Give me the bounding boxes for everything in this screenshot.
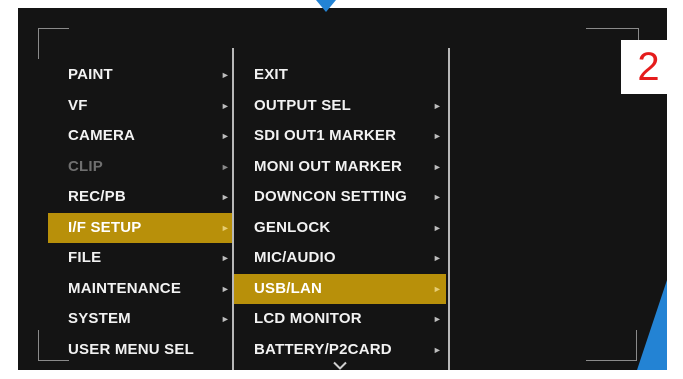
menu-item-label: REC/PB — [68, 188, 126, 205]
triangle-right-icon: ► — [220, 222, 230, 233]
menu-item-label: USB/LAN — [254, 279, 323, 297]
submenu-item-downcon-setting[interactable]: DOWNCON SETTING ► — [234, 182, 446, 213]
triangle-right-icon: ► — [432, 131, 442, 141]
main-menu: PAINT ► VF ► CAMERA ► CLIP ► REC/PB ► I/F SET… — [48, 60, 232, 365]
menu-item-label: DOWNCON SETTING — [254, 188, 407, 205]
menu-item-label: GENLOCK — [254, 218, 331, 236]
menu-item-label: EXIT — [254, 66, 289, 83]
submenu-item-lcd-monitor[interactable]: LCD MONITOR ► — [234, 304, 446, 335]
triangle-right-icon: ► — [432, 192, 442, 202]
menu-item-label: CLIP — [68, 157, 103, 175]
main-menu-item-vf[interactable]: VF ► — [48, 91, 232, 122]
frame-corner-bottom-right — [586, 330, 637, 361]
triangle-right-icon: ► — [220, 100, 230, 111]
triangle-right-icon: ► — [432, 344, 442, 355]
triangle-right-icon: ► — [220, 283, 230, 294]
menu-item-label: FILE — [68, 249, 102, 266]
submenu: EXIT OUTPUT SEL ► SDI OUT1 MARKER ► MONI O… — [234, 60, 446, 365]
main-menu-item-user-menu-sel[interactable]: USER MENU SEL — [48, 335, 232, 366]
camera-menu-screen: PAINT ► VF ► CAMERA ► CLIP ► REC/PB ► I/F SET… — [18, 8, 667, 370]
menu-item-label: OUTPUT SEL — [254, 96, 352, 114]
submenu-item-exit[interactable]: EXIT — [234, 60, 446, 91]
main-menu-item-paint[interactable]: PAINT ► — [48, 60, 232, 91]
triangle-right-icon: ► — [432, 314, 442, 324]
triangle-right-icon: ► — [220, 70, 230, 80]
triangle-right-icon: ► — [220, 161, 230, 172]
submenu-item-sdi-out1-marker[interactable]: SDI OUT1 MARKER ► — [234, 121, 446, 152]
submenu-item-mic-audio[interactable]: MIC/AUDIO ► — [234, 243, 446, 274]
submenu-item-usb-lan[interactable]: USB/LAN ► — [234, 273, 446, 304]
menu-item-label: I/F SETUP — [68, 218, 142, 236]
menu-item-label: MAINTENANCE — [68, 279, 182, 297]
menu-item-label: BATTERY/P2CARD — [254, 340, 392, 358]
submenu-item-moni-out-marker[interactable]: MONI OUT MARKER ► — [234, 152, 446, 183]
triangle-right-icon: ► — [432, 283, 442, 294]
triangle-right-icon: ► — [432, 161, 442, 172]
menu-item-label: PAINT — [68, 66, 113, 83]
triangle-right-icon: ► — [432, 100, 442, 111]
main-menu-item-clip: CLIP ► — [48, 152, 232, 183]
main-menu-item-file[interactable]: FILE ► — [48, 243, 232, 274]
triangle-right-icon: ► — [220, 314, 230, 324]
triangle-right-icon: ► — [220, 131, 230, 141]
main-menu-item-maintenance[interactable]: MAINTENANCE ► — [48, 274, 232, 305]
menu-item-label: USER MENU SEL — [68, 340, 194, 358]
menu-item-label: LCD MONITOR — [254, 310, 362, 327]
menu-item-label: SDI OUT1 MARKER — [254, 127, 397, 144]
main-menu-item-system[interactable]: SYSTEM ► — [48, 304, 232, 335]
triangle-right-icon: ► — [220, 253, 230, 263]
triangle-down-icon — [316, 0, 336, 12]
blue-corner-accent — [637, 280, 667, 370]
frame-corner-top-left — [38, 28, 69, 59]
main-menu-item-if-setup[interactable]: I/F SETUP ► — [48, 212, 232, 243]
triangle-right-icon: ► — [432, 222, 442, 233]
menu-item-label: SYSTEM — [68, 310, 131, 327]
step-number-badge: 2 — [621, 40, 667, 94]
main-menu-item-rec-pb[interactable]: REC/PB ► — [48, 182, 232, 213]
menu-item-label: MONI OUT MARKER — [254, 157, 402, 175]
submenu-item-output-sel[interactable]: OUTPUT SEL ► — [234, 91, 446, 122]
menu-item-label: CAMERA — [68, 127, 136, 144]
triangle-right-icon: ► — [432, 253, 442, 263]
chevron-down-icon[interactable] — [333, 361, 347, 370]
menu-divider-right — [448, 48, 450, 370]
menu-item-label: MIC/AUDIO — [254, 249, 336, 266]
submenu-item-genlock[interactable]: GENLOCK ► — [234, 213, 446, 244]
menu-item-label: VF — [68, 96, 88, 114]
main-menu-item-camera[interactable]: CAMERA ► — [48, 121, 232, 152]
triangle-right-icon: ► — [220, 192, 230, 202]
